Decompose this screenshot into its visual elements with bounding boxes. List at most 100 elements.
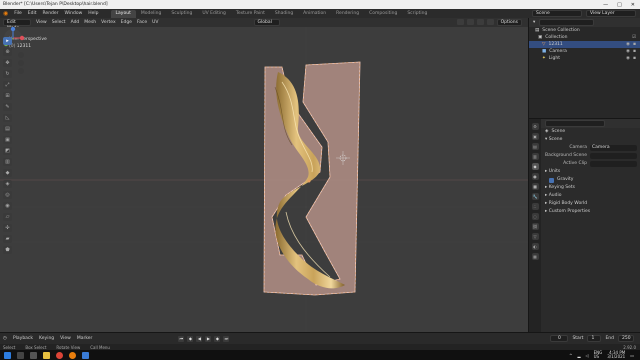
- extrude-tool-icon[interactable]: ▤: [3, 125, 12, 133]
- inset-tool-icon[interactable]: ▣: [3, 136, 12, 144]
- tab-layout[interactable]: Layout: [110, 9, 136, 18]
- menu-file[interactable]: File: [14, 11, 22, 16]
- prev-keyframe-icon[interactable]: ◆: [187, 335, 194, 342]
- system-clock[interactable]: 4:34 PM 3/1/2021: [607, 350, 625, 360]
- blender-logo-icon[interactable]: ◉: [3, 10, 8, 17]
- gravity-checkbox[interactable]: [549, 177, 554, 183]
- cursor-tool-icon[interactable]: ⊕: [3, 48, 12, 56]
- outliner-row-camera[interactable]: ■ Camera ◉ ▪: [529, 48, 640, 55]
- knife-tool-icon[interactable]: ◆: [3, 169, 12, 177]
- task-view-icon[interactable]: [30, 351, 37, 359]
- network-icon[interactable]: ▂: [577, 353, 580, 358]
- move-tool-icon[interactable]: ✥: [3, 59, 12, 67]
- jump-start-icon[interactable]: ⏮: [178, 335, 185, 342]
- outliner-row-light[interactable]: ✦ Light ◉ ▪: [529, 55, 640, 62]
- select-box-tool-icon[interactable]: ▸: [3, 37, 12, 45]
- constraints-properties-icon[interactable]: ⛓: [531, 223, 539, 230]
- particles-properties-icon[interactable]: ∴: [531, 203, 539, 210]
- orientation-selector[interactable]: Global: [253, 19, 280, 26]
- tab-texture-paint[interactable]: Texture Paint: [231, 10, 270, 18]
- texture-properties-icon[interactable]: ▦: [531, 253, 539, 260]
- camera-restrict-icon[interactable]: ▪: [633, 41, 636, 48]
- chrome-icon[interactable]: [56, 351, 63, 359]
- blender-taskbar-icon[interactable]: [69, 351, 76, 359]
- render-properties-icon[interactable]: ▣: [531, 133, 539, 140]
- transform-tool-icon[interactable]: ⊞: [3, 92, 12, 100]
- rotate-tool-icon[interactable]: ↻: [3, 70, 12, 78]
- section-scene[interactable]: ▾ Scene: [541, 136, 640, 144]
- gravity-row[interactable]: Gravity: [541, 176, 640, 184]
- eye-icon[interactable]: ◉: [626, 48, 630, 55]
- scene-properties-icon[interactable]: ◈: [531, 163, 539, 170]
- tab-sculpting[interactable]: Sculpting: [166, 10, 197, 18]
- overlay-toggle-icon[interactable]: [456, 19, 464, 25]
- menu-select[interactable]: Select: [52, 20, 66, 25]
- scene-selector[interactable]: Scene: [532, 10, 582, 17]
- camera-field[interactable]: Camera: [590, 145, 637, 151]
- rip-tool-icon[interactable]: ⬟: [3, 246, 12, 254]
- outliner-filter-icon[interactable]: ▾: [533, 20, 535, 25]
- windows-start-icon[interactable]: [4, 351, 11, 359]
- menu-add[interactable]: Add: [71, 20, 80, 25]
- menu-render[interactable]: Render: [43, 11, 59, 16]
- jump-end-icon[interactable]: ⏭: [223, 335, 230, 342]
- shear-tool-icon[interactable]: ▰: [3, 235, 12, 243]
- background-scene-field[interactable]: [590, 153, 637, 159]
- spin-tool-icon[interactable]: ◎: [3, 191, 12, 199]
- loop-cut-tool-icon[interactable]: ▥: [3, 158, 12, 166]
- outliner-row-collection[interactable]: ▣ Collection ☑: [529, 34, 640, 41]
- language-indicator[interactable]: ENG US: [594, 350, 603, 360]
- menu-playback[interactable]: Playback: [13, 336, 33, 341]
- output-properties-icon[interactable]: ▤: [531, 143, 539, 150]
- shrink-tool-icon[interactable]: ✣: [3, 224, 12, 232]
- tab-animation[interactable]: Animation: [298, 10, 331, 18]
- end-frame-field[interactable]: 250: [618, 335, 634, 342]
- properties-search-input[interactable]: [545, 120, 605, 127]
- data-properties-icon[interactable]: ▽: [531, 233, 539, 240]
- outliner-row-12311[interactable]: ▽ 12311 ◉ ▪: [529, 41, 640, 48]
- menu-view[interactable]: View: [60, 336, 71, 341]
- tab-uv-editing[interactable]: UV Editing: [197, 10, 230, 18]
- tray-chevron-icon[interactable]: ^: [569, 353, 572, 358]
- volume-icon[interactable]: ◁: [586, 353, 589, 358]
- play-reverse-icon[interactable]: ◀: [196, 335, 203, 342]
- tab-scripting[interactable]: Scripting: [402, 10, 432, 18]
- store-icon[interactable]: [82, 351, 89, 359]
- shading-solid-icon[interactable]: [476, 19, 484, 25]
- poly-build-tool-icon[interactable]: ◈: [3, 180, 12, 188]
- active-clip-field[interactable]: [590, 161, 637, 167]
- current-frame-field[interactable]: 0: [550, 335, 569, 342]
- eye-icon[interactable]: ◉: [626, 41, 630, 48]
- menu-help[interactable]: Help: [88, 11, 98, 16]
- tab-modeling[interactable]: Modeling: [136, 10, 166, 18]
- start-frame-field[interactable]: 1: [587, 335, 602, 342]
- tab-compositing[interactable]: Compositing: [364, 10, 402, 18]
- menu-marker[interactable]: Marker: [77, 336, 93, 341]
- camera-restrict-icon[interactable]: ▪: [633, 55, 636, 62]
- 3d-viewport[interactable]: User Perspective (0) 12311: [0, 27, 528, 332]
- view-layer-properties-icon[interactable]: ▥: [531, 153, 539, 160]
- material-properties-icon[interactable]: ◐: [531, 243, 539, 250]
- section-audio[interactable]: ▸ Audio: [541, 192, 640, 200]
- menu-mesh[interactable]: Mesh: [84, 20, 96, 25]
- checkbox-icon[interactable]: ☑: [632, 34, 636, 41]
- tool-properties-icon[interactable]: ⚙: [531, 123, 539, 130]
- menu-keying[interactable]: Keying: [39, 336, 54, 341]
- bevel-tool-icon[interactable]: ◩: [3, 147, 12, 155]
- view-layer-selector[interactable]: View Layer: [586, 10, 636, 17]
- close-button[interactable]: ✕: [631, 2, 635, 8]
- tab-shading[interactable]: Shading: [270, 10, 298, 18]
- tab-rendering[interactable]: Rendering: [331, 10, 364, 18]
- world-properties-icon[interactable]: ●: [531, 173, 539, 180]
- menu-view[interactable]: View: [36, 20, 47, 25]
- measure-tool-icon[interactable]: ◺: [3, 114, 12, 122]
- xray-toggle-icon[interactable]: [466, 19, 474, 25]
- menu-face[interactable]: Face: [137, 20, 147, 25]
- menu-vertex[interactable]: Vertex: [101, 20, 115, 25]
- modifier-properties-icon[interactable]: 🔧: [531, 193, 539, 200]
- section-rigid-body-world[interactable]: ▸ Rigid Body World: [541, 200, 640, 208]
- camera-restrict-icon[interactable]: ▪: [633, 48, 636, 55]
- menu-window[interactable]: Window: [65, 11, 83, 16]
- next-keyframe-icon[interactable]: ◆: [214, 335, 221, 342]
- search-icon[interactable]: [17, 351, 24, 359]
